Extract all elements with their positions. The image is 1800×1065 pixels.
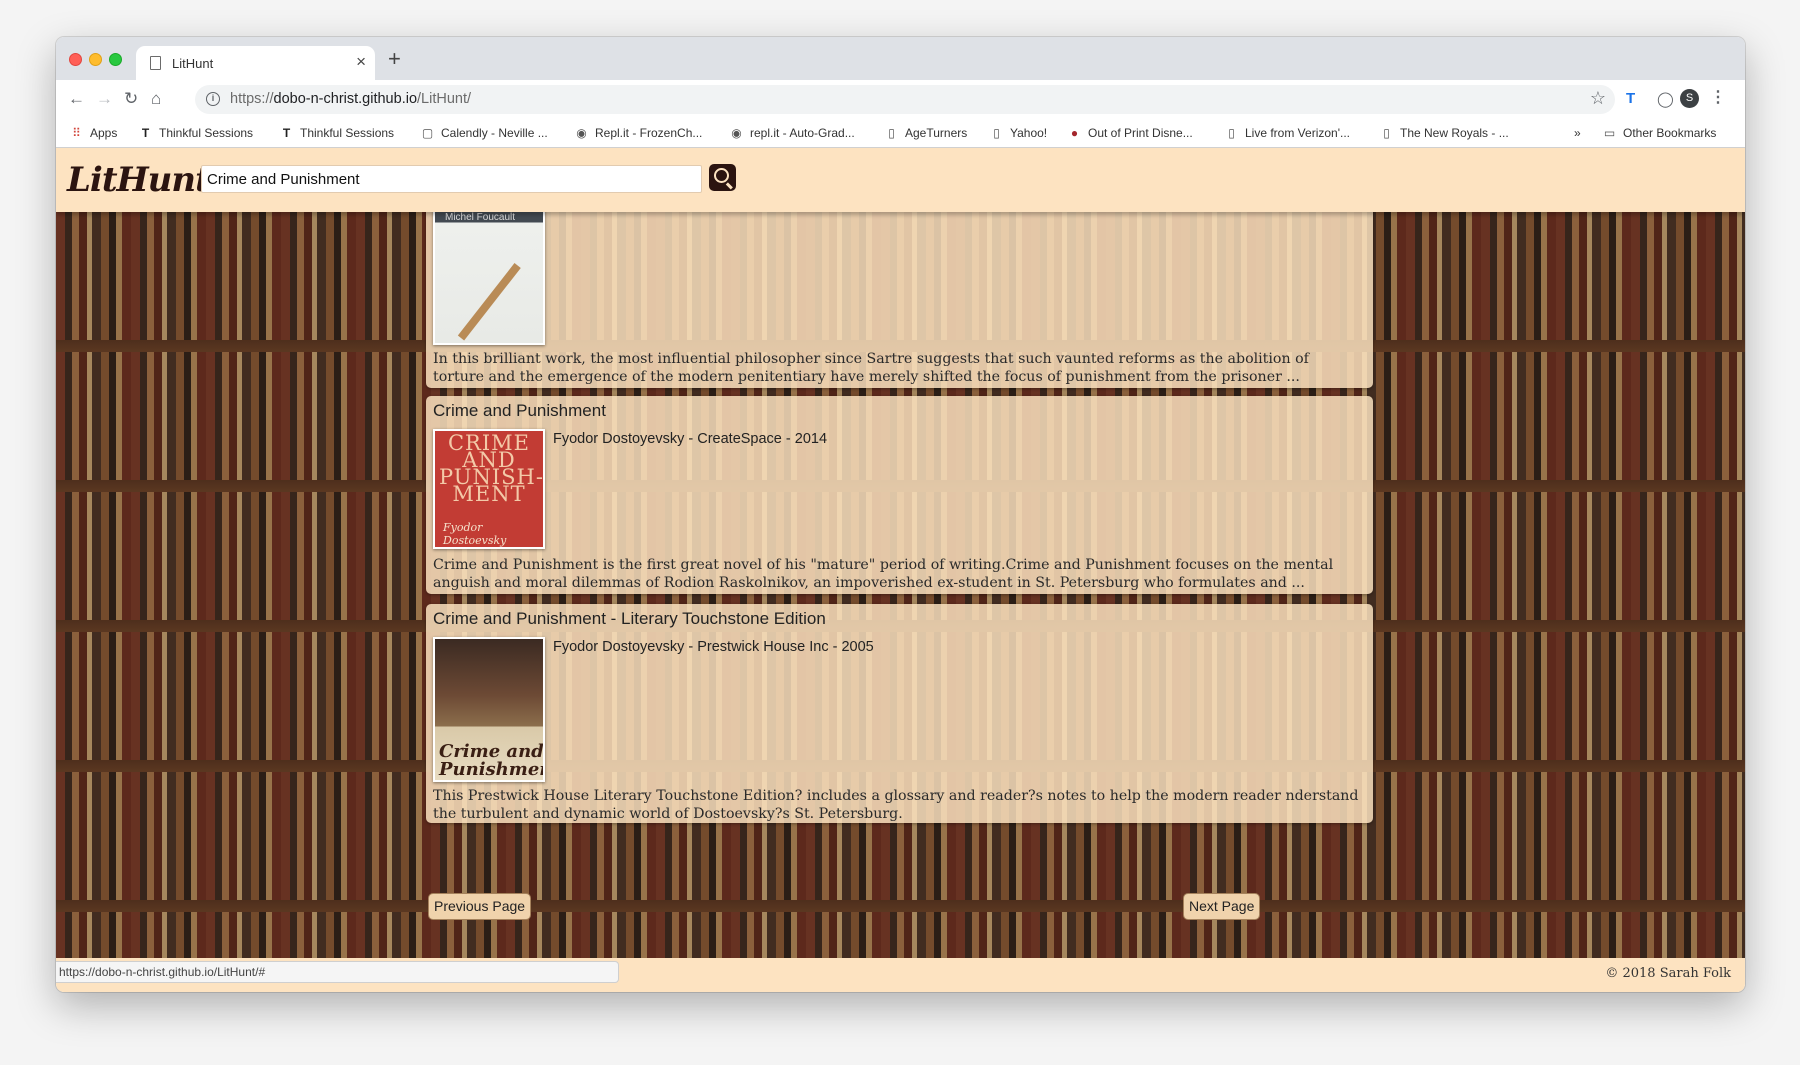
status-bar-url: https://dobo-n-christ.github.io/LitHunt/… [56,961,619,983]
app-header: LitHunt [56,148,1745,212]
bookmark-thinkful-2[interactable]: T Thinkful Sessions [280,126,394,140]
site-info-icon[interactable]: i [206,92,220,106]
bookmark-new-royals[interactable]: ▯ The New Royals - ... [1380,126,1509,140]
home-icon[interactable]: ⌂ [151,89,161,109]
tab-title: LitHunt [172,56,214,71]
page-icon: ▯ [993,126,1000,140]
book-meta: Fyodor Dostoyevsky - CreateSpace - 2014 [553,431,828,447]
other-bookmarks[interactable]: ▭ Other Bookmarks [1603,126,1717,140]
url-text: https://dobo-n-christ.github.io/LitHunt/ [230,91,472,107]
book-description: In this brilliant work, the most influen… [433,351,1309,385]
close-window-button[interactable] [69,53,82,66]
back-icon[interactable]: ← [68,89,85,109]
next-page-button[interactable]: Next Page [1183,893,1261,920]
bookmark-star-icon[interactable]: ☆ [1590,88,1606,109]
browser-window: LitHunt × + ← → ↻ ⌂ i https://dobo-n-chr… [56,37,1745,992]
page-icon [150,56,161,70]
book-cover[interactable]: CRIME AND PUNISH-MENT Fyodor Dostoevsky [433,429,545,549]
result-card: Crime and Punishment - Literary Touchsto… [426,604,1373,823]
disney-icon: ● [1070,126,1079,140]
thinkful-icon: T [141,126,150,140]
thinkful-extension-icon[interactable]: T [1626,90,1635,107]
search-icon [714,168,729,183]
bookmarks-overflow-button[interactable]: » [1574,126,1581,140]
web-page: LitHunt Michel Foucault In this brillian… [56,148,1745,992]
bookmark-ageturners[interactable]: ▯ AgeTurners [885,126,967,140]
bookmark-yahoo[interactable]: ▯ Yahoo! [990,126,1047,140]
minimize-window-button[interactable] [89,53,102,66]
new-tab-button[interactable]: + [388,46,401,72]
browser-toolbar: ← → ↻ ⌂ i https://dobo-n-christ.github.i… [56,80,1745,118]
result-card: Michel Foucault In this brilliant work, … [426,212,1373,388]
calendly-icon: ▢ [421,126,434,140]
lithunt-logo[interactable]: LitHunt [67,160,211,200]
page-icon: ▯ [888,126,895,140]
bookmarks-bar: ⠿ Apps T Thinkful Sessions T Thinkful Sessi… [56,118,1745,148]
bookmark-calendly[interactable]: ▢ Calendly - Neville ... [421,126,548,140]
ruler-illustration [457,263,521,341]
page-icon: ▯ [1383,126,1390,140]
folder-icon: ▭ [1603,126,1616,140]
result-card: Crime and Punishment CRIME AND PUNISH-ME… [426,396,1373,594]
book-title[interactable]: Crime and Punishment [433,401,606,421]
tab-strip: LitHunt × + [56,37,1745,80]
book-description: Crime and Punishment is the first great … [433,557,1334,591]
book-cover[interactable]: Michel Foucault [433,212,545,345]
results-area: Michel Foucault In this brilliant work, … [56,212,1745,958]
page-icon: ▯ [1228,126,1235,140]
extension-circle-icon[interactable]: ◯ [1657,90,1674,108]
bookmark-verizon[interactable]: ▯ Live from Verizon'... [1225,126,1350,140]
book-title[interactable]: Crime and Punishment - Literary Touchsto… [433,609,826,629]
search-button[interactable] [709,164,736,191]
search-input[interactable] [201,165,702,193]
book-description: This Prestwick House Literary Touchstone… [433,788,1359,822]
bookmark-apps[interactable]: ⠿ Apps [70,126,117,140]
forward-icon[interactable]: → [96,89,113,109]
profile-avatar[interactable]: S [1680,89,1699,108]
bookmark-replit-2[interactable]: ◉ repl.it - Auto-Grad... [730,126,854,140]
address-bar[interactable]: i https://dobo-n-christ.github.io/LitHun… [195,85,1615,114]
copyright: © 2018 Sarah Folk [1605,966,1731,981]
book-cover[interactable]: Crime and Punishment [433,637,545,782]
apps-grid-icon: ⠿ [72,126,81,140]
bookmark-replit-1[interactable]: ◉ Repl.it - FrozenCh... [575,126,702,140]
bookmark-thinkful-1[interactable]: T Thinkful Sessions [139,126,253,140]
close-tab-icon[interactable]: × [356,52,366,72]
previous-page-button[interactable]: Previous Page [428,893,532,920]
bookmark-disney[interactable]: ● Out of Print Disne... [1068,126,1193,140]
thinkful-icon: T [282,126,291,140]
reload-icon[interactable]: ↻ [124,89,138,109]
tab-lithunt[interactable]: LitHunt × [136,46,375,80]
replit-icon: ◉ [576,126,587,140]
replit-icon: ◉ [731,126,742,140]
search-icon-handle [726,182,733,190]
book-meta: Fyodor Dostoyevsky - Prestwick House Inc… [553,639,874,655]
zoom-window-button[interactable] [109,53,122,66]
browser-menu-icon[interactable]: ⋮ [1710,87,1726,107]
